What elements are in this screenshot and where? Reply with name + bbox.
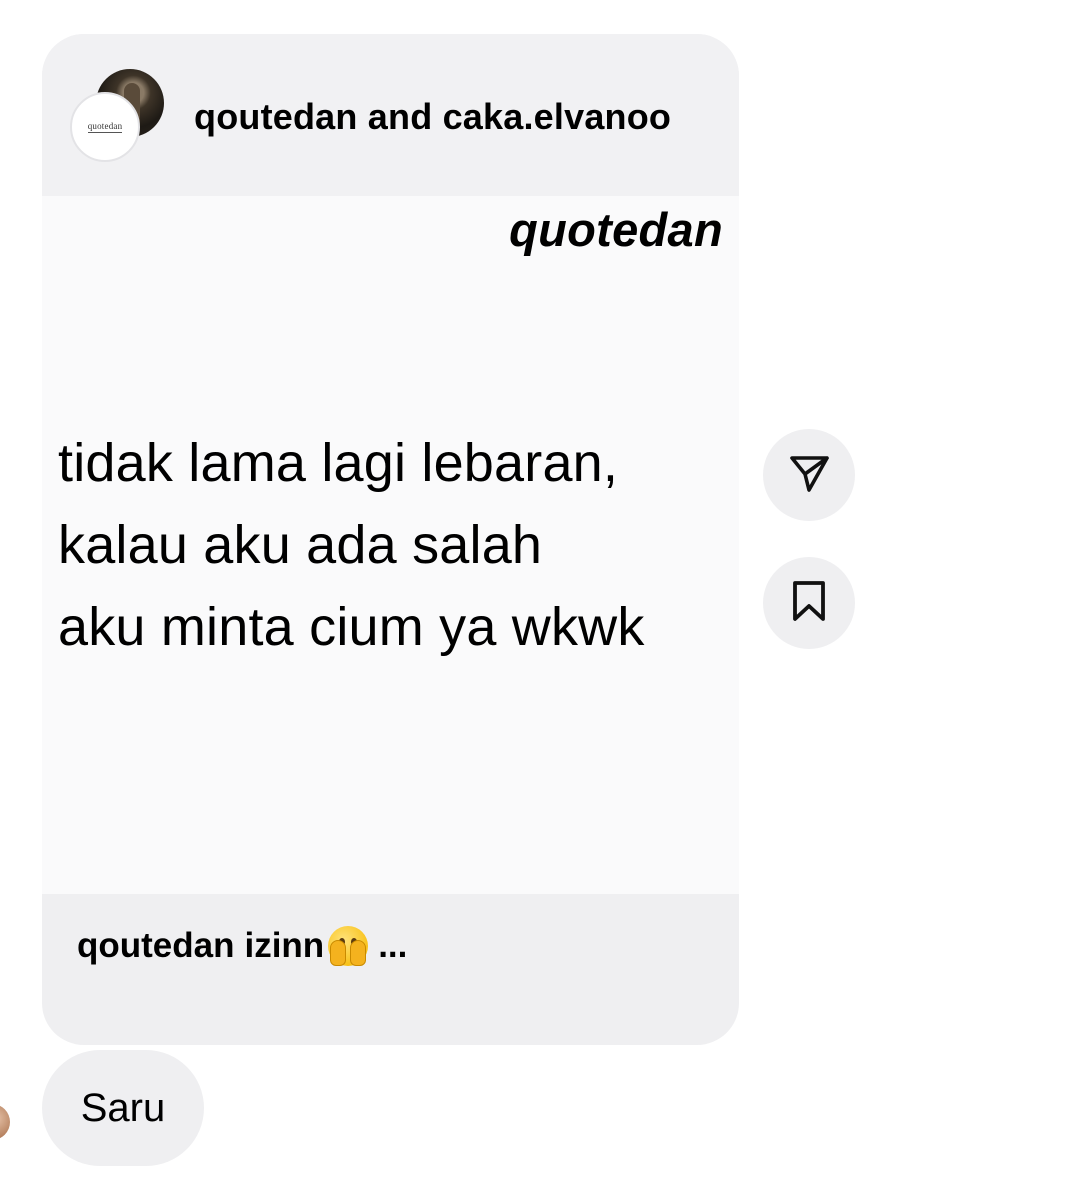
quote-line: tidak lama lagi lebaran, bbox=[58, 433, 619, 493]
message-bubble[interactable]: Saru bbox=[42, 1050, 204, 1166]
post-header[interactable]: quotedan qoutedan and caka.elvanoo bbox=[42, 34, 739, 196]
caption-text: izinn bbox=[244, 926, 325, 965]
send-icon bbox=[787, 451, 831, 500]
message-text: Saru bbox=[80, 1085, 166, 1130]
save-button[interactable] bbox=[763, 557, 855, 649]
quote-line: kalau aku ada salah bbox=[58, 515, 543, 575]
post-brand-watermark: quotedan bbox=[509, 203, 723, 256]
share-button[interactable] bbox=[763, 429, 855, 521]
caption-username: qoutedan bbox=[77, 926, 235, 965]
author-avatar-text: quotedan bbox=[87, 121, 123, 133]
post-author-names[interactable]: qoutedan and caka.elvanoo bbox=[194, 96, 671, 138]
post-image[interactable]: quotedan tidak lama lagi lebaran, kalau … bbox=[42, 196, 739, 894]
post-quote-text: tidak lama lagi lebaran, kalau aku ada s… bbox=[58, 422, 645, 668]
post-caption[interactable]: qoutedan izinn ... bbox=[77, 924, 407, 968]
sender-avatar[interactable] bbox=[0, 1104, 10, 1140]
caption-ellipsis: ... bbox=[378, 926, 408, 965]
quote-line: aku minta cium ya wkwk bbox=[58, 597, 645, 657]
bookmark-icon bbox=[789, 579, 829, 628]
shared-post-card[interactable]: quotedan qoutedan and caka.elvanoo quote… bbox=[42, 34, 739, 1045]
chat-thread: quotedan qoutedan and caka.elvanoo quote… bbox=[0, 0, 1081, 1200]
face-with-hands-over-eyes-icon bbox=[326, 924, 370, 968]
author-avatar: quotedan bbox=[70, 92, 140, 162]
